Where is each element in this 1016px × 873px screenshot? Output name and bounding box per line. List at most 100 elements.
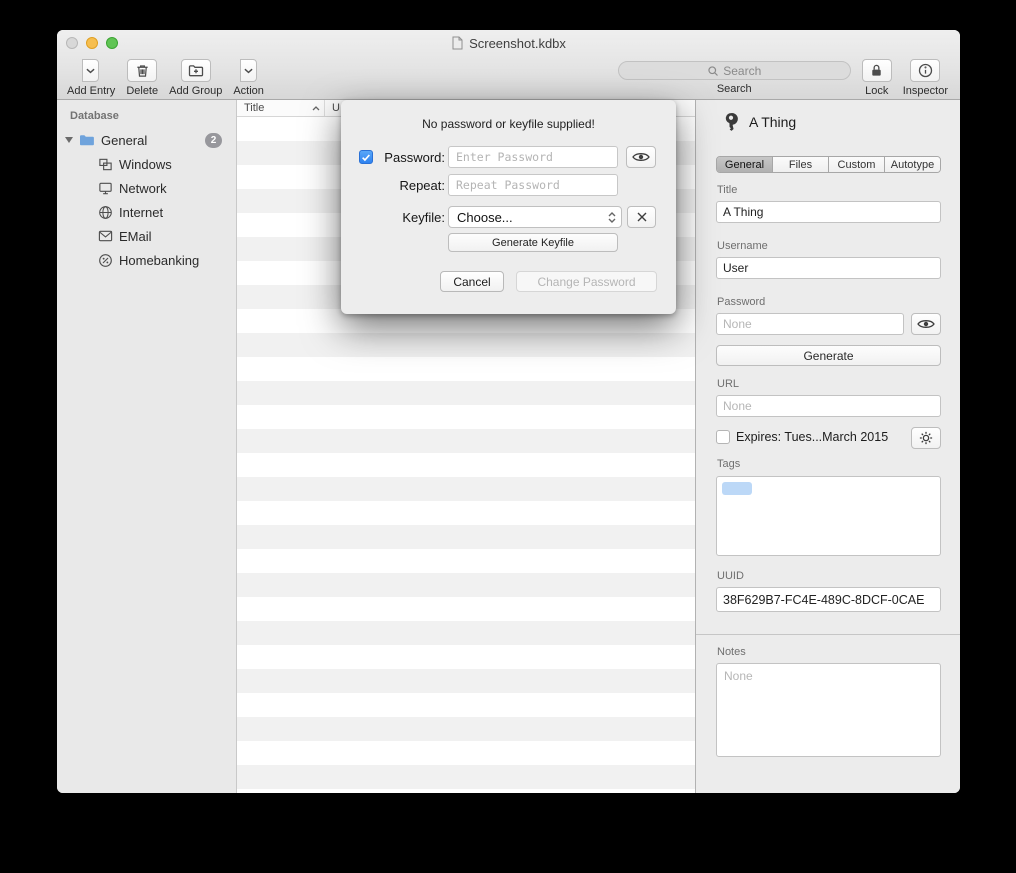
url-field[interactable] — [716, 395, 941, 417]
uuid-field[interactable] — [716, 587, 941, 612]
lock-icon — [869, 63, 884, 78]
sidebar-group-label: Network — [119, 181, 236, 196]
close-x-icon — [636, 211, 648, 223]
add-group-button[interactable] — [181, 59, 211, 82]
tag-chip[interactable] — [722, 482, 752, 495]
sidebar-group-general[interactable]: General 2 — [57, 128, 236, 152]
password-checkbox[interactable] — [359, 150, 373, 164]
envelope-icon — [97, 228, 113, 244]
monitor-icon — [97, 180, 113, 196]
sidebar-group-label: EMail — [119, 229, 236, 244]
desktop: Screenshot.kdbx — [0, 0, 1016, 873]
sort-ascending-icon — [312, 106, 320, 111]
window-title: Screenshot.kdbx — [57, 30, 960, 56]
minimize-button[interactable] — [86, 37, 98, 49]
sidebar-group-label: General — [101, 133, 205, 148]
globe-icon — [97, 204, 113, 220]
column-header-username[interactable]: U — [326, 100, 340, 116]
notes-field[interactable] — [716, 663, 941, 757]
toolbar: Add Entry Delete — [57, 56, 960, 100]
tab-autotype[interactable]: Autotype — [885, 157, 940, 172]
folder-icon — [79, 132, 95, 148]
key-icon — [722, 112, 740, 132]
divider — [696, 634, 960, 635]
repeat-input[interactable] — [448, 174, 618, 196]
lock-button[interactable] — [862, 59, 892, 82]
username-field[interactable] — [716, 257, 941, 279]
keyfile-label: Keyfile: — [377, 210, 445, 225]
generate-keyfile-button[interactable]: Generate Keyfile — [448, 233, 618, 252]
column-header-title[interactable]: Title — [237, 100, 325, 116]
tags-field[interactable] — [716, 476, 941, 556]
windows-icon — [97, 156, 113, 172]
toolbar-action: Action — [233, 59, 264, 97]
inspector-label: Inspector — [903, 85, 948, 97]
reveal-password-button[interactable] — [911, 313, 941, 335]
change-password-button[interactable]: Change Password — [516, 271, 657, 292]
password-label: Password — [717, 296, 765, 308]
sidebar-group-email[interactable]: EMail — [57, 224, 236, 248]
sidebar: Database General 2 Windows — [57, 100, 237, 793]
dialog-message: No password or keyfile supplied! — [341, 117, 676, 131]
trash-icon — [135, 63, 150, 79]
title-label: Title — [717, 184, 737, 196]
toolbar-delete: Delete — [126, 59, 158, 97]
title-field[interactable] — [716, 201, 941, 223]
folder-plus-icon — [188, 63, 204, 78]
sidebar-group-windows[interactable]: Windows — [57, 152, 236, 176]
stepper-icon — [608, 212, 621, 223]
toolbar-inspector: Inspector — [903, 59, 948, 97]
expires-label: Expires: Tues...March 2015 — [736, 430, 888, 444]
titlebar: Screenshot.kdbx — [57, 30, 960, 56]
traffic-lights — [66, 37, 118, 49]
expires-checkbox[interactable] — [716, 430, 730, 444]
close-button[interactable] — [66, 37, 78, 49]
sidebar-group-network[interactable]: Network — [57, 176, 236, 200]
window-header: Screenshot.kdbx — [57, 30, 960, 100]
entry-count-badge: 2 — [205, 133, 222, 148]
action-menu-button[interactable] — [240, 59, 257, 82]
app-window: Screenshot.kdbx — [57, 30, 960, 793]
repeat-label: Repeat: — [377, 178, 445, 193]
zoom-button[interactable] — [106, 37, 118, 49]
chevron-down-icon — [86, 68, 95, 74]
expires-settings-button[interactable] — [911, 427, 941, 449]
add-group-label: Add Group — [169, 85, 222, 97]
sidebar-group-label: Internet — [119, 205, 236, 220]
cancel-button[interactable]: Cancel — [440, 271, 504, 292]
sidebar-group-homebanking[interactable]: Homebanking — [57, 248, 236, 272]
chevron-down-icon — [244, 68, 253, 74]
inspector-tabs: General Files Custom Autotype — [716, 156, 941, 173]
delete-button[interactable] — [127, 59, 157, 82]
search-placeholder: Search — [723, 64, 761, 78]
inspector-button[interactable] — [910, 59, 940, 82]
gear-icon — [919, 431, 933, 445]
tags-label: Tags — [717, 458, 740, 470]
reveal-password-button[interactable] — [626, 146, 656, 168]
keyfile-dropdown[interactable]: Choose... — [448, 206, 622, 228]
tab-files[interactable]: Files — [773, 157, 829, 172]
password-field[interactable] — [716, 313, 904, 335]
action-label: Action — [233, 85, 264, 97]
toolbar-search: Search Search — [618, 59, 851, 95]
entry-title: A Thing — [749, 114, 796, 130]
search-input[interactable]: Search — [618, 61, 851, 80]
percent-coin-icon — [97, 252, 113, 268]
generate-password-button[interactable]: Generate — [716, 345, 941, 366]
sidebar-group-internet[interactable]: Internet — [57, 200, 236, 224]
password-input[interactable] — [448, 146, 618, 168]
tab-general[interactable]: General — [717, 157, 773, 172]
search-label: Search — [717, 83, 752, 95]
add-entry-menu-button[interactable] — [82, 59, 99, 82]
tab-custom[interactable]: Custom — [829, 157, 885, 172]
change-password-dialog: No password or keyfile supplied! Passwor… — [341, 100, 676, 314]
clear-keyfile-button[interactable] — [627, 206, 656, 228]
disclosure-triangle-icon[interactable] — [65, 137, 73, 143]
toolbar-add-entry: Add Entry — [67, 59, 115, 97]
sidebar-group-label: Homebanking — [119, 253, 236, 268]
eye-icon — [632, 151, 650, 163]
checkmark-icon — [361, 153, 371, 162]
inspector-panel: A Thing General Files Custom Autotype Ti… — [695, 100, 960, 793]
add-entry-label: Add Entry — [67, 85, 115, 97]
search-icon — [707, 65, 719, 77]
